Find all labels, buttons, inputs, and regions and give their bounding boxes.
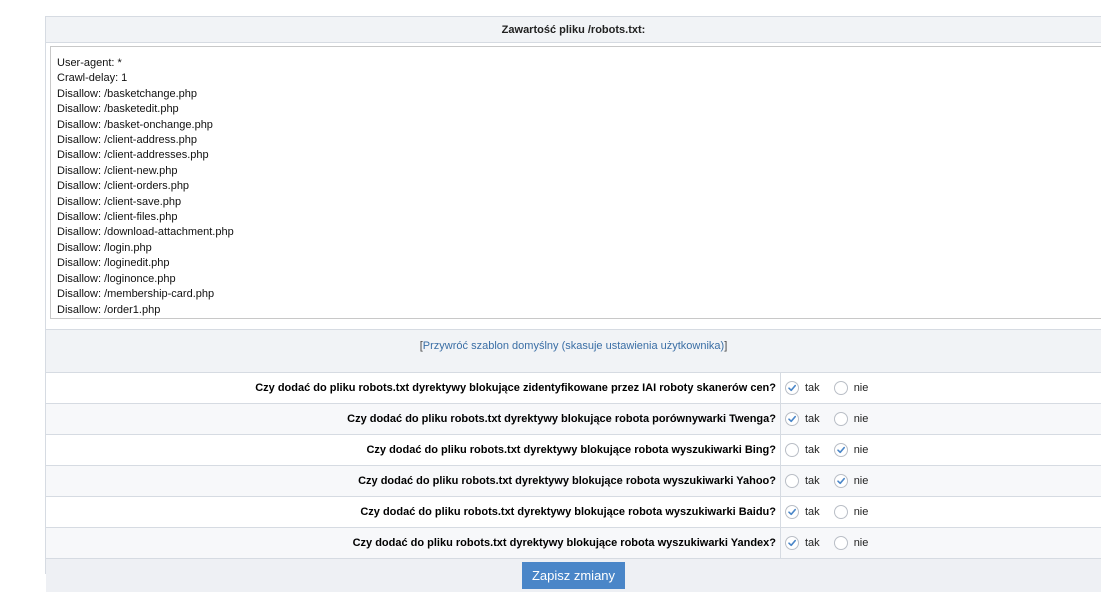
question-row: Czy dodać do pliku robots.txt dyrektywy …	[46, 528, 1101, 559]
editor-wrap: User-agent: * Crawl-delay: 1 Disallow: /ba…	[46, 46, 1101, 329]
option-label: nie	[853, 537, 869, 549]
questions-list: Czy dodać do pliku robots.txt dyrektywy …	[46, 373, 1101, 559]
editor-line: Disallow: /basketchange.php	[57, 87, 198, 100]
option-label: tak	[805, 475, 820, 487]
question-row: Czy dodać do pliku robots.txt dyrektywy …	[46, 466, 1101, 497]
radio-unchecked-icon[interactable]	[833, 536, 848, 550]
question-options: tak nie	[781, 443, 882, 457]
question-label: Czy dodać do pliku robots.txt dyrektywy …	[46, 435, 781, 465]
nie-radio-option[interactable]: nie	[833, 443, 869, 457]
radio-checked-icon[interactable]	[785, 505, 799, 519]
option-label: tak	[805, 382, 820, 394]
question-label: Czy dodać do pliku robots.txt dyrektywy …	[46, 528, 781, 558]
editor-line: User-agent: *	[57, 57, 122, 69]
question-label: Czy dodać do pliku robots.txt dyrektywy …	[46, 404, 781, 434]
nie-radio-option[interactable]: nie	[833, 474, 869, 488]
question-row: Czy dodać do pliku robots.txt dyrektywy …	[46, 373, 1101, 404]
question-options: tak nie	[781, 536, 882, 550]
question-label: Czy dodać do pliku robots.txt dyrektywy …	[46, 466, 781, 496]
radio-checked-icon[interactable]	[785, 381, 799, 395]
editor-line: Disallow: /download-attachment.php	[57, 226, 234, 239]
question-label: Czy dodać do pliku robots.txt dyrektywy …	[46, 373, 781, 403]
editor-line: Disallow: /loginonce.php	[57, 272, 176, 285]
radio-unchecked-icon[interactable]	[833, 505, 848, 519]
tak-radio-option[interactable]: tak	[785, 443, 820, 457]
option-label: tak	[805, 413, 820, 425]
tak-radio-option[interactable]: tak	[785, 536, 820, 550]
radio-unchecked-icon[interactable]	[785, 443, 799, 457]
editor-line: Disallow: /client-files.php	[57, 211, 178, 224]
tak-radio-option[interactable]: tak	[785, 505, 820, 519]
editor-line: Disallow: /login.php	[57, 241, 152, 254]
editor-line: Disallow: /order1.php	[57, 303, 161, 316]
editor-line: Crawl-delay: 1	[57, 72, 128, 85]
radio-unchecked-icon[interactable]	[785, 474, 799, 488]
tak-radio-option[interactable]: tak	[785, 381, 820, 395]
radio-checked-icon[interactable]	[833, 443, 848, 457]
option-label: nie	[853, 444, 869, 456]
question-label: Czy dodać do pliku robots.txt dyrektywy …	[46, 497, 781, 527]
question-row: Czy dodać do pliku robots.txt dyrektywy …	[46, 435, 1101, 466]
option-label: tak	[805, 506, 820, 518]
option-label: tak	[805, 537, 820, 549]
option-label: nie	[853, 413, 869, 425]
tak-radio-option[interactable]: tak	[785, 412, 820, 426]
question-row: Czy dodać do pliku robots.txt dyrektywy …	[46, 404, 1101, 435]
radio-checked-icon[interactable]	[833, 474, 848, 488]
question-options: tak nie	[781, 474, 882, 488]
restore-close-bracket: ]	[724, 340, 728, 352]
panel-title: Zawartość pliku /robots.txt:	[46, 17, 1101, 43]
editor-line: Disallow: /loginedit.php	[57, 257, 170, 270]
option-label: tak	[805, 444, 820, 456]
robots-settings-panel: Zawartość pliku /robots.txt: User-agent:…	[45, 16, 1101, 592]
editor-line: Disallow: /client-orders.php	[57, 180, 190, 193]
question-options: tak nie	[781, 412, 882, 426]
restore-default-link[interactable]: Przywróć szablon domyślny (skasuje ustaw…	[423, 340, 724, 352]
radio-unchecked-icon[interactable]	[833, 381, 848, 395]
robots-txt-textarea[interactable]: User-agent: * Crawl-delay: 1 Disallow: /ba…	[50, 46, 1101, 319]
editor-line: Disallow: /basketedit.php	[57, 103, 179, 116]
option-label: nie	[853, 475, 869, 487]
section-divider	[46, 362, 1101, 373]
tak-radio-option[interactable]: tak	[785, 474, 820, 488]
radio-unchecked-icon[interactable]	[833, 412, 848, 426]
editor-line: Disallow: /basket-onchange.php	[57, 118, 213, 131]
editor-line: Disallow: /client-address.php	[57, 134, 198, 147]
editor-line: Disallow: /client-new.php	[57, 164, 178, 177]
question-options: tak nie	[781, 381, 882, 395]
nie-radio-option[interactable]: nie	[833, 536, 869, 550]
radio-checked-icon[interactable]	[785, 412, 799, 426]
question-options: tak nie	[781, 505, 882, 519]
question-row: Czy dodać do pliku robots.txt dyrektywy …	[46, 497, 1101, 528]
editor-line: Disallow: /client-addresses.php	[57, 149, 209, 162]
nie-radio-option[interactable]: nie	[833, 505, 869, 519]
editor-line: Disallow: /membership-card.php	[57, 288, 215, 301]
nie-radio-option[interactable]: nie	[833, 412, 869, 426]
nie-radio-option[interactable]: nie	[833, 381, 869, 395]
radio-checked-icon[interactable]	[785, 536, 799, 550]
editor-line: Disallow: /client-save.php	[57, 195, 182, 208]
form-footer: Zapisz zmiany	[46, 559, 1101, 592]
restore-row: [ Przywróć szablon domyślny (skasuje ust…	[46, 329, 1101, 362]
option-label: nie	[853, 506, 869, 518]
option-label: nie	[853, 382, 869, 394]
